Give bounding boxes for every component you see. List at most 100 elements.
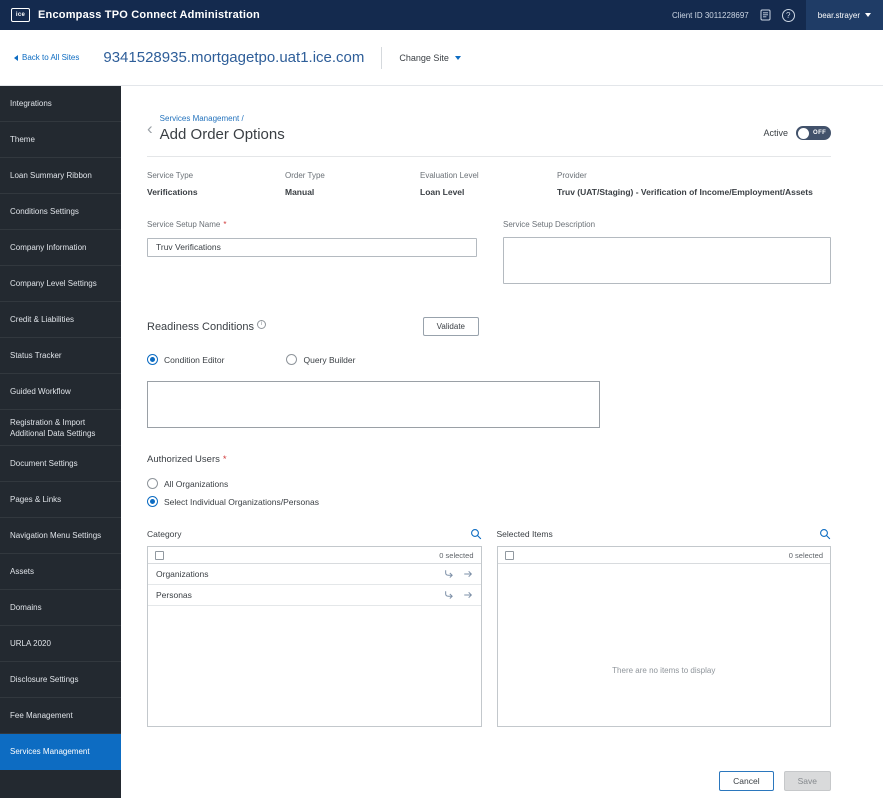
help-icon[interactable] (781, 8, 795, 22)
category-panel-header: Category (147, 527, 482, 540)
sidebar-item-urla-2020[interactable]: URLA 2020 (0, 626, 121, 662)
back-link-label: Back to All Sites (22, 53, 80, 62)
selected-items-list-header: 0 selected (497, 547, 830, 564)
sidebar-item-label: Credit & Liabilities (10, 315, 75, 324)
sidebar-item-label: Document Settings (10, 459, 78, 468)
sidebar-item-navigation-menu-settings[interactable]: Navigation Menu Settings (0, 518, 121, 554)
summary-provider: Provider Truv (UAT/Staging) - Verificati… (557, 171, 813, 197)
change-site-label: Change Site (399, 52, 449, 63)
validate-button[interactable]: Validate (422, 317, 479, 336)
radio-select-individual[interactable]: Select Individual Organizations/Personas (147, 496, 831, 507)
page-title: Add Order Options (159, 126, 285, 143)
sidebar-item-disclosure-settings[interactable]: Disclosure Settings (0, 662, 121, 698)
change-site-dropdown[interactable]: Change Site (399, 53, 461, 63)
radio-condition-editor[interactable]: Condition Editor (147, 354, 224, 365)
chevron-down-icon (865, 13, 871, 17)
sidebar-item-services-management[interactable]: Services Management (0, 734, 121, 770)
radio-all-organizations[interactable]: All Organizations (147, 478, 831, 489)
authorized-users-heading: Authorized Users * (147, 454, 227, 465)
sidebar-item-integrations[interactable]: Integrations (0, 86, 121, 122)
sidebar-item-credit-liabilities[interactable]: Credit & Liabilities (0, 302, 121, 338)
sidebar-item-label: Theme (10, 135, 35, 144)
sidebar-item-loan-summary-ribbon[interactable]: Loan Summary Ribbon (0, 158, 121, 194)
service-summary: Service Type Verifications Order Type Ma… (147, 171, 831, 198)
selected-items-panel-header: Selected Items (497, 527, 832, 540)
expand-children-arrow-icon[interactable] (444, 569, 454, 579)
service-setup-name-input[interactable] (147, 237, 477, 257)
list-item-organizations[interactable]: Organizations (148, 564, 481, 585)
site-bar: Back to All Sites 9341528935.mortgagetpo… (0, 30, 883, 86)
page-header: Services Management / Add Order Options … (147, 114, 831, 143)
sidebar-item-registration-import[interactable]: Registration & Import Additional Data Se… (0, 410, 121, 446)
category-panel: Category 0 selected Organizations Person… (147, 527, 482, 727)
sidebar-item-label: Navigation Menu Settings (10, 531, 102, 540)
back-arrow-icon (14, 54, 18, 61)
category-list: 0 selected Organizations Personas (147, 546, 482, 727)
sidebar-item-theme[interactable]: Theme (0, 122, 121, 158)
search-icon[interactable] (470, 528, 482, 540)
sidebar-item-company-level-settings[interactable]: Company Level Settings (0, 266, 121, 302)
expand-children-arrow-icon[interactable] (444, 590, 454, 600)
setup-form-row: Service Setup Name* Service Setup Descri… (147, 220, 831, 289)
move-right-arrow-icon[interactable] (463, 590, 473, 600)
sidebar-item-pages-links[interactable]: Pages & Links (0, 482, 121, 518)
sidebar-item-label: Pages & Links (10, 495, 62, 504)
radio-query-builder[interactable]: Query Builder (286, 354, 355, 365)
selected-count: 0 selected (439, 550, 474, 560)
sidebar-item-assets[interactable]: Assets (0, 554, 121, 590)
sidebar-item-label: Domains (10, 603, 42, 612)
back-to-all-sites-link[interactable]: Back to All Sites (14, 53, 79, 62)
condition-editor-textarea[interactable] (147, 381, 600, 428)
summary-order-type: Order Type Manual (285, 171, 325, 197)
readiness-mode-radios: Condition Editor Query Builder (147, 354, 831, 365)
divider (147, 156, 831, 157)
radio-selected-icon (147, 496, 158, 507)
main-layout: Integrations Theme Loan Summary Ribbon C… (0, 86, 883, 798)
save-button[interactable]: Save (783, 771, 831, 791)
active-toggle[interactable]: OFF (796, 126, 831, 140)
topbar-right: Client ID 3011228697 bear.strayer (672, 0, 883, 30)
readiness-conditions-heading: Readiness Conditions (147, 320, 267, 333)
divider (381, 46, 383, 69)
sidebar-item-conditions-settings[interactable]: Conditions Settings (0, 194, 121, 230)
back-chevron-icon[interactable] (147, 120, 153, 137)
sidebar-item-label: URLA 2020 (10, 639, 51, 648)
radio-unselected-icon (147, 478, 158, 489)
sidebar-item-domains[interactable]: Domains (0, 590, 121, 626)
service-setup-description-input[interactable] (503, 237, 831, 284)
sidebar-item-label: Registration & Import Additional Data Se… (10, 417, 96, 438)
sidebar-item-label: Integrations (10, 99, 52, 108)
sidebar-item-label: Loan Summary Ribbon (10, 171, 92, 180)
service-setup-description-field: Service Setup Description (503, 220, 831, 289)
chevron-down-icon (454, 55, 461, 60)
move-right-arrow-icon[interactable] (463, 569, 473, 579)
search-icon[interactable] (819, 528, 831, 540)
username-label: bear.strayer (817, 10, 860, 20)
select-all-checkbox[interactable] (504, 550, 514, 560)
radio-unselected-icon (286, 354, 298, 365)
sidebar-item-guided-workflow[interactable]: Guided Workflow (0, 374, 121, 410)
select-all-checkbox[interactable] (155, 550, 164, 560)
summary-service-type: Service Type Verifications (147, 171, 198, 197)
notes-icon[interactable] (760, 9, 771, 21)
user-menu[interactable]: bear.strayer (805, 0, 883, 30)
site-url: 9341528935.mortgagetpo.uat1.ice.com (103, 49, 365, 66)
top-app-bar: ice Encompass TPO Connect Administration… (0, 0, 883, 30)
sidebar-item-fee-management[interactable]: Fee Management (0, 698, 121, 734)
sidebar-item-label: Services Management (10, 747, 90, 756)
radio-label: Query Builder (303, 354, 356, 365)
row-actions (444, 569, 473, 579)
ice-logo: ice (11, 8, 30, 22)
info-icon[interactable] (257, 320, 267, 329)
breadcrumb[interactable]: Services Management / (160, 114, 285, 123)
service-setup-description-label: Service Setup Description (503, 220, 596, 229)
sidebar-item-document-settings[interactable]: Document Settings (0, 446, 121, 482)
empty-state-message: There are no items to display (612, 665, 716, 675)
sidebar-item-label: Fee Management (10, 711, 73, 720)
radio-label: All Organizations (164, 478, 229, 489)
cancel-button[interactable]: Cancel (719, 771, 774, 791)
sidebar-item-status-tracker[interactable]: Status Tracker (0, 338, 121, 374)
sidebar-item-company-information[interactable]: Company Information (0, 230, 121, 266)
sidebar-item-label: Disclosure Settings (10, 675, 79, 684)
list-item-personas[interactable]: Personas (148, 585, 481, 606)
